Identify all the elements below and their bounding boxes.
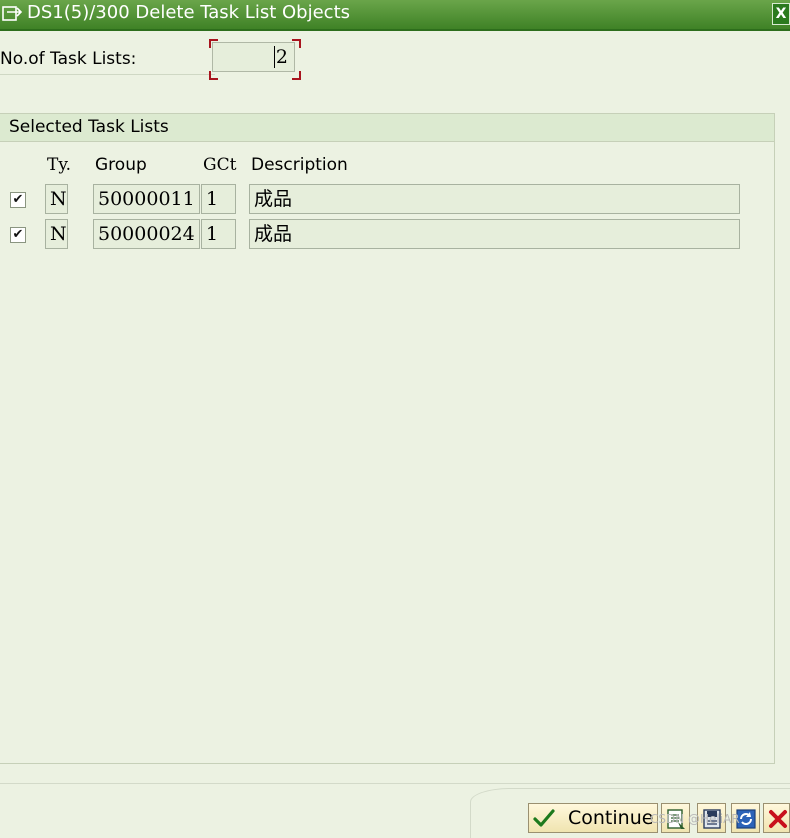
type-cell[interactable]: N xyxy=(45,219,68,249)
column-header-group: Group xyxy=(95,155,147,175)
description-cell[interactable]: 成品 xyxy=(249,219,740,249)
group-cell[interactable]: 50000024 xyxy=(93,219,200,249)
task-list-count-value: 2 xyxy=(273,46,288,68)
column-header-gct: GCt xyxy=(203,155,237,175)
window-title: DS1(5)/300 Delete Task List Objects xyxy=(27,2,350,23)
footer-divider xyxy=(0,783,790,784)
type-cell[interactable]: N xyxy=(45,184,68,214)
check-icon xyxy=(533,809,555,827)
cancel-icon xyxy=(769,810,787,828)
close-window-button[interactable]: X xyxy=(772,3,790,25)
required-marker xyxy=(292,71,301,80)
gct-cell[interactable]: 1 xyxy=(201,184,236,214)
watermark: CSDN @HeliAR xyxy=(650,812,740,826)
dialog-icon xyxy=(2,6,23,21)
description-cell[interactable]: 成品 xyxy=(249,184,740,214)
required-marker xyxy=(209,71,218,80)
gct-cell[interactable]: 1 xyxy=(201,219,236,249)
group-cell[interactable]: 50000011 xyxy=(93,184,200,214)
column-header-type: Ty. xyxy=(47,155,72,175)
task-list-count-label: No.of Task Lists: xyxy=(0,49,137,69)
column-header-description: Description xyxy=(251,155,348,175)
continue-button-label: Continue xyxy=(568,807,654,829)
row-select-checkbox[interactable]: ✔ xyxy=(10,192,26,208)
row-select-checkbox[interactable]: ✔ xyxy=(10,227,26,243)
label-underline xyxy=(0,74,215,75)
task-list-count-field[interactable]: 2 xyxy=(212,42,295,72)
cancel-button[interactable] xyxy=(763,803,790,833)
title-bar: DS1(5)/300 Delete Task List Objects X xyxy=(0,0,790,31)
group-title: Selected Task Lists xyxy=(0,114,774,142)
continue-button[interactable]: Continue xyxy=(528,803,658,833)
